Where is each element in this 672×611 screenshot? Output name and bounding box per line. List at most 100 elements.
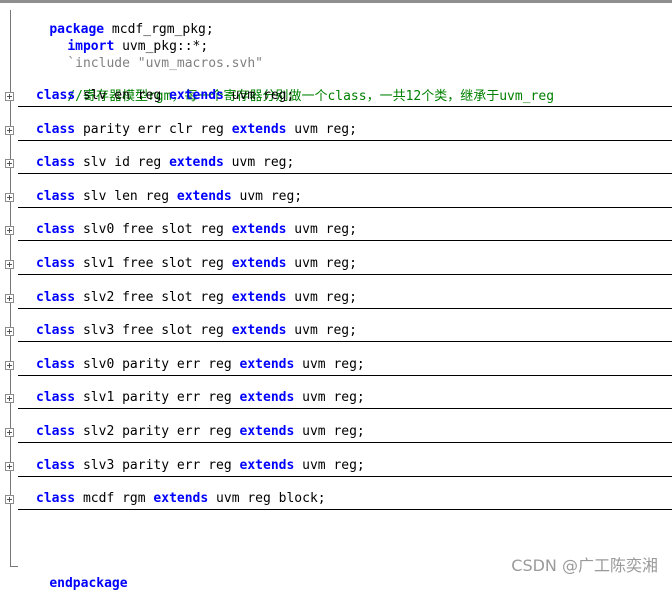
class-name: slv1 parity err reg	[75, 390, 240, 405]
base-class: uvm reg block;	[208, 491, 326, 506]
code-line-class[interactable]: class parity err clr reg extends uvm reg…	[36, 121, 357, 139]
fold-toggle-icon[interactable]	[5, 294, 14, 303]
keyword-extends: extends	[176, 189, 232, 204]
keyword-extends: extends	[231, 323, 287, 338]
keyword-class: class	[36, 323, 76, 338]
keyword-class: class	[36, 424, 76, 439]
base-class: uvm reg;	[294, 458, 365, 473]
class-name: parity err clr reg	[75, 122, 232, 137]
code-line-class[interactable]: class slv id reg extends uvm reg;	[36, 154, 294, 172]
fold-toggle-icon[interactable]	[5, 428, 14, 437]
keyword-extends: extends	[231, 256, 287, 271]
keyword-endpackage: endpackage	[49, 576, 128, 591]
fold-underline	[18, 173, 672, 174]
fold-underline	[18, 240, 672, 241]
keyword-extends: extends	[239, 458, 295, 473]
keyword-extends: extends	[239, 390, 295, 405]
keyword-class: class	[36, 222, 76, 237]
fold-toggle-icon[interactable]	[5, 361, 14, 370]
class-name: slv len reg	[75, 189, 177, 204]
fold-underline	[18, 140, 672, 141]
code-line-class[interactable]: class slv3 free slot reg extends uvm reg…	[36, 322, 357, 340]
keyword-extends: extends	[239, 357, 295, 372]
fold-toggle-icon[interactable]	[5, 327, 14, 336]
keyword-class: class	[36, 458, 76, 473]
keyword-class: class	[36, 357, 76, 372]
code-line-endpackage[interactable]: endpackage	[18, 557, 127, 591]
base-class: uvm reg;	[286, 122, 357, 137]
fold-underline	[18, 308, 672, 309]
keyword-class: class	[36, 256, 76, 271]
code-line-import[interactable]: import uvm_pkg::*;	[36, 20, 208, 54]
include-file: "uvm_macros.svh"	[129, 56, 263, 71]
fold-underline	[18, 375, 672, 376]
fold-toggle-icon[interactable]	[5, 126, 14, 135]
fold-underline	[18, 274, 672, 275]
keyword-extends: extends	[231, 290, 287, 305]
fold-toggle-icon[interactable]	[5, 226, 14, 235]
base-class: uvm reg;	[286, 222, 357, 237]
fold-underline	[18, 341, 672, 342]
code-line-class[interactable]: class slv en reg extends uvm reg;	[36, 87, 294, 105]
keyword-class: class	[36, 290, 76, 305]
base-class: uvm reg;	[294, 390, 365, 405]
class-name: slv id reg	[75, 155, 170, 170]
keyword-extends: extends	[231, 122, 287, 137]
code-line-class[interactable]: class mcdf rgm extends uvm reg block;	[36, 490, 326, 508]
code-line-class[interactable]: class slv len reg extends uvm reg;	[36, 188, 302, 206]
fold-toggle-icon[interactable]	[5, 462, 14, 471]
base-class: uvm reg;	[294, 357, 365, 372]
keyword-extends: extends	[169, 155, 224, 170]
keyword-class: class	[36, 122, 76, 137]
code-line-class[interactable]: class slv0 free slot reg extends uvm reg…	[36, 221, 357, 239]
include-directive: `include	[67, 56, 130, 71]
code-line-class[interactable]: class slv2 parity err reg extends uvm re…	[36, 423, 365, 441]
class-name: slv2 parity err reg	[75, 424, 240, 439]
class-name: slv3 free slot reg	[75, 323, 232, 338]
class-name: slv0 parity err reg	[75, 357, 240, 372]
fold-toggle-icon[interactable]	[5, 260, 14, 269]
keyword-class: class	[36, 390, 76, 405]
class-name: slv0 free slot reg	[75, 222, 232, 237]
base-class: uvm reg;	[286, 323, 357, 338]
class-name: slv3 parity err reg	[75, 458, 240, 473]
class-name: mcdf rgm	[75, 491, 154, 506]
code-line-class[interactable]: class slv0 parity err reg extends uvm re…	[36, 356, 365, 374]
code-line-class[interactable]: class slv2 free slot reg extends uvm reg…	[36, 289, 357, 307]
class-name: slv2 free slot reg	[75, 290, 232, 305]
fold-underline	[18, 509, 672, 510]
code-editor[interactable]: package mcdf_rgm_pkg; import uvm_pkg::*;…	[0, 0, 672, 591]
fold-underline	[18, 106, 672, 107]
fold-gutter-end	[10, 566, 18, 567]
code-line-class[interactable]: class slv3 parity err reg extends uvm re…	[36, 457, 365, 475]
keyword-extends: extends	[169, 88, 224, 103]
keyword-extends: extends	[153, 491, 209, 506]
fold-underline	[18, 408, 672, 409]
base-class: uvm reg;	[294, 424, 365, 439]
fold-toggle-icon[interactable]	[5, 92, 14, 101]
class-name: slv en reg	[75, 88, 170, 103]
base-class: uvm reg;	[286, 256, 357, 271]
code-line-include[interactable]: `include "uvm_macros.svh"	[36, 37, 263, 71]
code-line-class[interactable]: class slv1 parity err reg extends uvm re…	[36, 389, 365, 407]
base-class: uvm reg;	[223, 155, 295, 170]
keyword-class: class	[36, 189, 76, 204]
keyword-class: class	[36, 491, 76, 506]
keyword-class: class	[36, 155, 76, 170]
code-line-comment[interactable]: //寄存器模型rgm，每一个寄存器分别做一个class，一共12个类，继承于uv…	[36, 70, 554, 104]
fold-toggle-icon[interactable]	[5, 495, 14, 504]
fold-toggle-icon[interactable]	[5, 394, 14, 403]
fold-underline	[18, 476, 672, 477]
base-class: uvm reg;	[231, 189, 303, 204]
fold-underline	[18, 442, 672, 443]
base-class: uvm reg;	[223, 88, 295, 103]
watermark: CSDN @广工陈奕湘	[511, 556, 658, 575]
code-line-class[interactable]: class slv1 free slot reg extends uvm reg…	[36, 255, 357, 273]
code-line-package[interactable]: package mcdf_rgm_pkg;	[18, 3, 213, 37]
class-name: slv1 free slot reg	[75, 256, 232, 271]
fold-underline	[18, 207, 672, 208]
keyword-class: class	[36, 88, 76, 103]
fold-toggle-icon[interactable]	[5, 193, 14, 202]
fold-toggle-icon[interactable]	[5, 159, 14, 168]
keyword-extends: extends	[231, 222, 287, 237]
